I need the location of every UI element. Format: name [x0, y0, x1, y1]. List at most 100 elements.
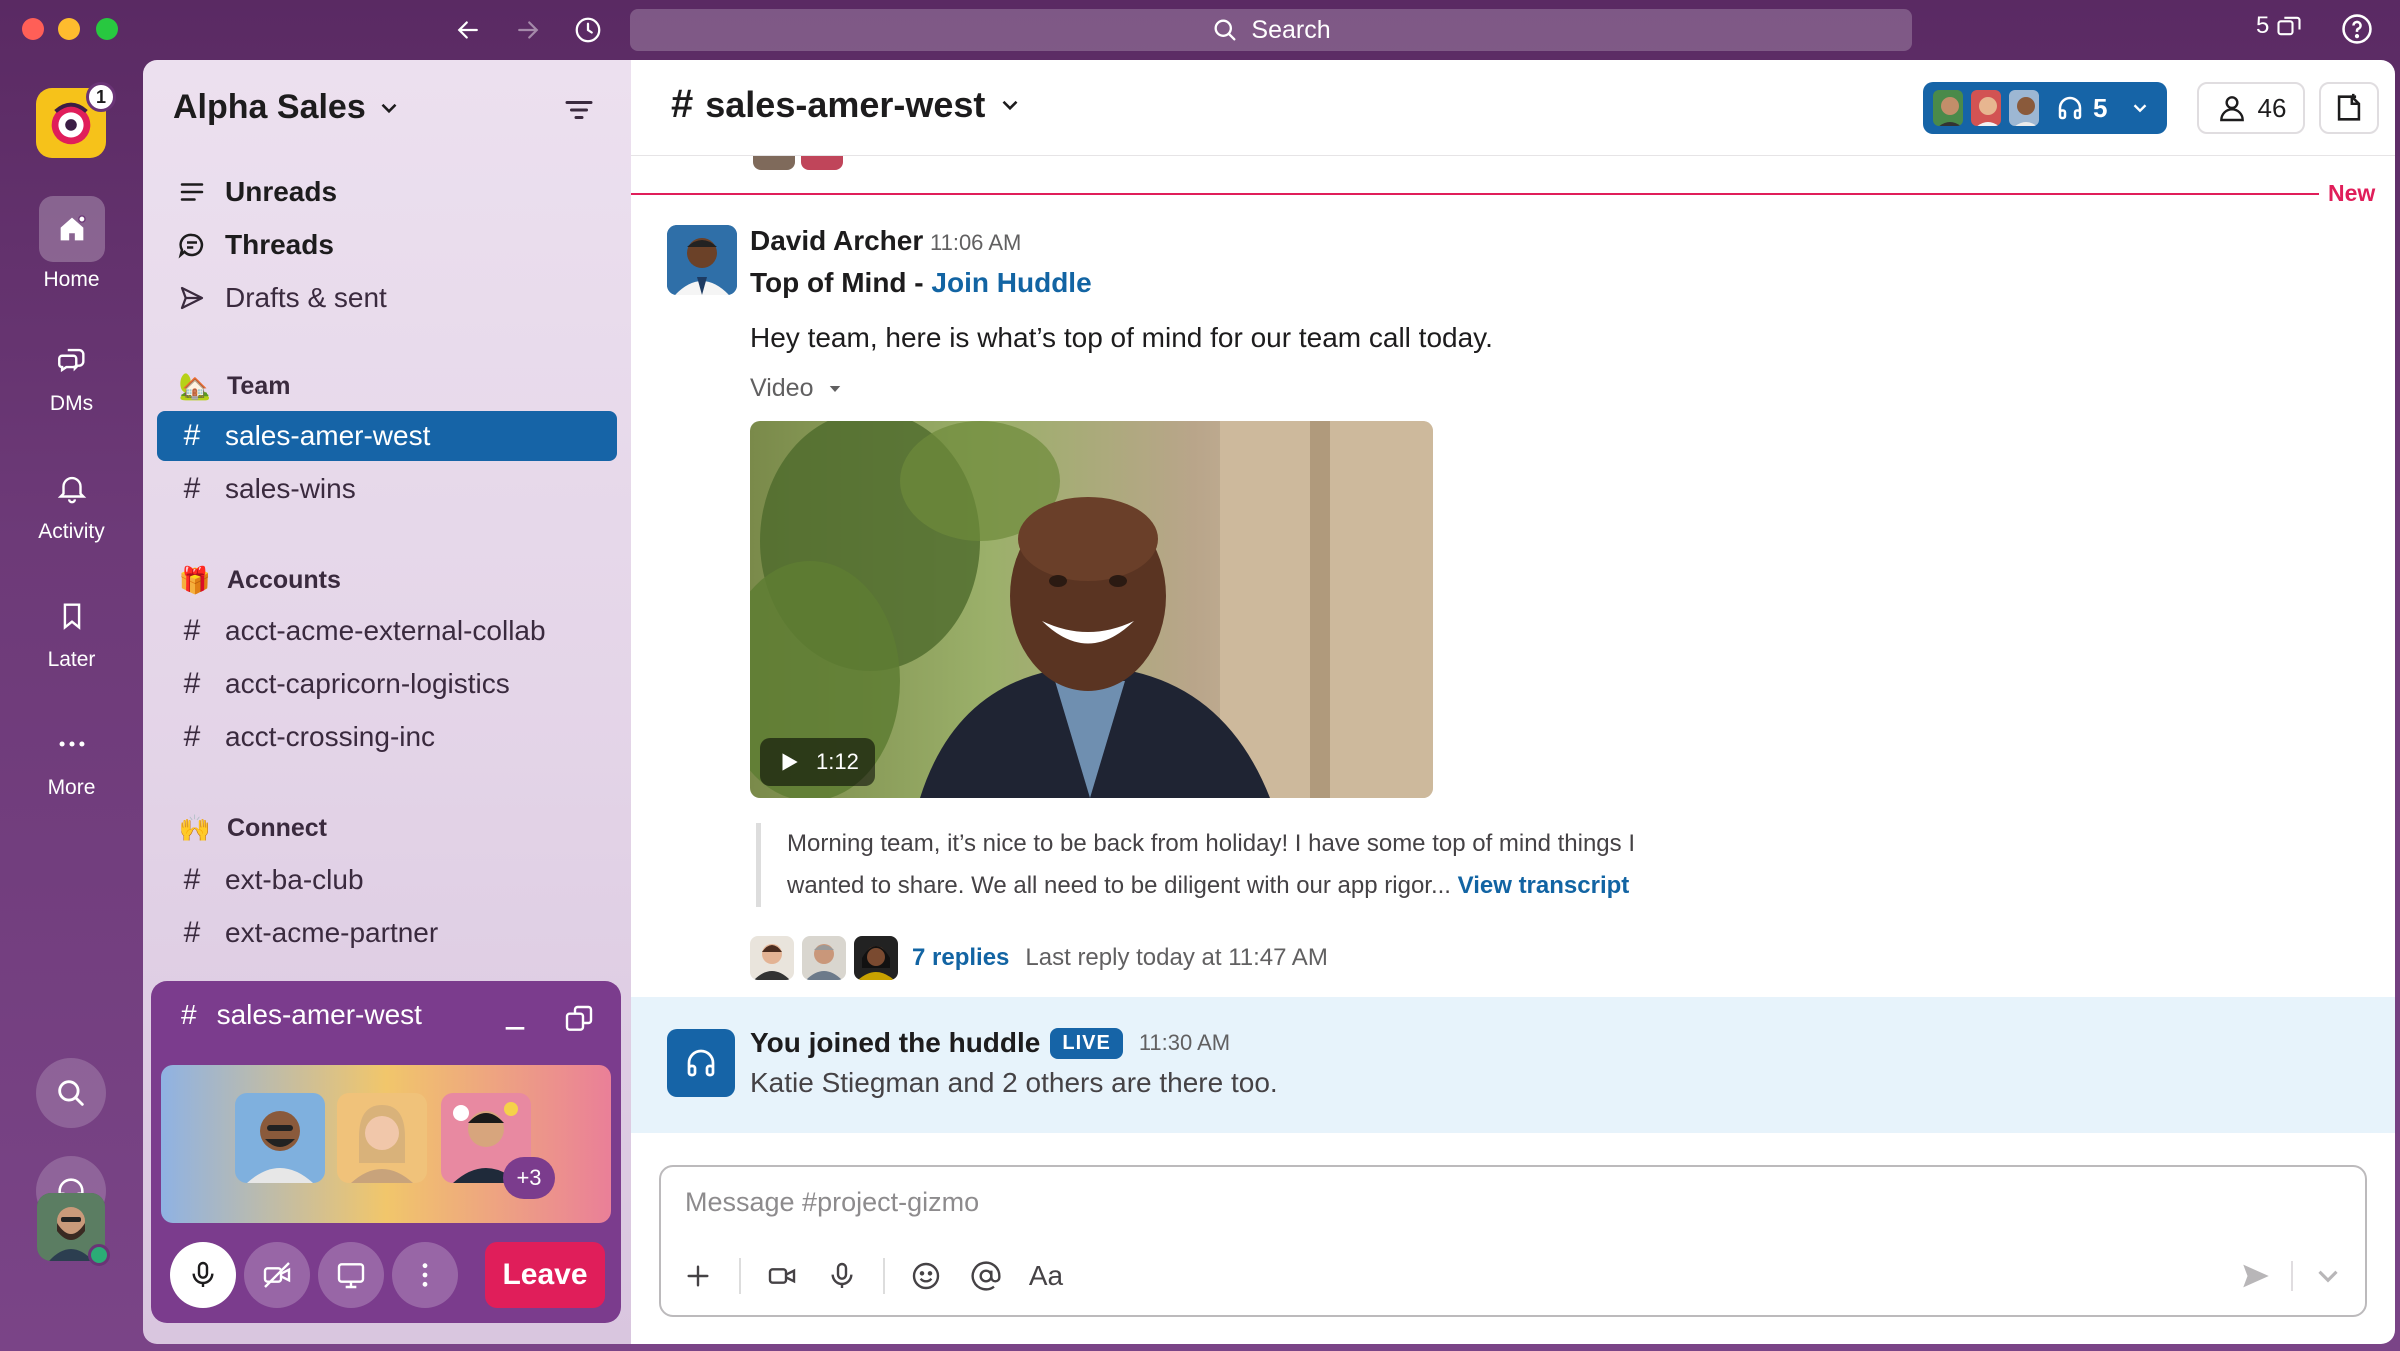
huddle-joined-notice: You joined the huddle LIVE 11:30 AM Kati… [631, 997, 2395, 1133]
send-icon[interactable] [2239, 1259, 2273, 1293]
section-label: Connect [227, 813, 327, 842]
workspace-menu[interactable]: Alpha Sales [173, 88, 402, 127]
video-toggle-button[interactable] [244, 1242, 310, 1308]
section-accounts[interactable]: 🎁 Accounts [179, 564, 341, 596]
emoji-button[interactable] [907, 1257, 945, 1295]
huddle-notice-subtitle: Katie Stiegman and 2 others are there to… [750, 1067, 1278, 1098]
vertical-dots-icon [422, 1263, 428, 1287]
channel-label: acct-crossing-inc [225, 721, 436, 752]
rail-dms[interactable]: DMs [0, 334, 143, 416]
zoom-window-button[interactable] [96, 18, 118, 40]
huddle-notice-time[interactable]: 11:30 AM [1139, 1030, 1230, 1056]
huddle-more-button[interactable] [392, 1242, 458, 1308]
history-button[interactable] [568, 12, 608, 48]
popout-icon[interactable] [563, 1003, 595, 1035]
attach-button[interactable] [679, 1257, 717, 1295]
video-transcript: Morning team, it’s nice to be back from … [756, 823, 1716, 907]
minimize-icon[interactable] [499, 1003, 531, 1035]
message-input[interactable]: Message #project-gizmo [685, 1187, 979, 1218]
rail-activity[interactable]: Activity [0, 462, 143, 544]
canvas-button[interactable] [2319, 82, 2379, 134]
minimize-window-button[interactable] [58, 18, 80, 40]
sidebar-item-sales-wins[interactable]: # sales-wins [157, 464, 617, 514]
hash-icon: # [671, 82, 694, 126]
hash-icon: # [183, 419, 201, 452]
message-timestamp[interactable]: 11:06 AM [930, 230, 1021, 256]
rail-home[interactable]: Home [0, 196, 143, 292]
rail-label-later: Later [47, 648, 96, 671]
search-bar[interactable]: Search [630, 9, 1912, 51]
sidebar-item-ext-acme-partner[interactable]: # ext-acme-partner [157, 908, 617, 958]
join-huddle-link[interactable]: Join Huddle [931, 267, 1091, 298]
huddle-channel[interactable]: # sales-amer-west [181, 999, 422, 1031]
record-video-button[interactable] [763, 1257, 801, 1295]
video-camera-icon [768, 1268, 796, 1284]
sidebar-item-acct-crossing-inc[interactable]: # acct-crossing-inc [157, 712, 617, 762]
forward-button[interactable] [508, 12, 548, 48]
rail-more[interactable]: More [0, 718, 143, 800]
windows-button[interactable]: 5 [2256, 12, 2303, 40]
huddle-status-button[interactable]: 5 [1923, 82, 2167, 134]
sidebar-item-unreads[interactable]: Unreads [157, 167, 617, 217]
rail-search-button[interactable] [36, 1058, 106, 1128]
author-avatar[interactable] [667, 225, 737, 295]
record-audio-button[interactable] [823, 1257, 861, 1295]
thread-replies[interactable]: 7 replies Last reply today at 11:47 AM [750, 936, 1328, 980]
rail-label-more: More [47, 776, 96, 799]
replies-count[interactable]: 7 replies [912, 944, 1009, 972]
channel-name-button[interactable]: # sales-amer-west [671, 82, 1023, 127]
bookmark-icon [63, 603, 80, 630]
participant-photo [337, 1093, 427, 1183]
author-name[interactable]: David Archer [750, 225, 923, 257]
toolbar-divider [739, 1258, 741, 1294]
section-team[interactable]: 🏡 Team [179, 370, 291, 402]
help-button[interactable] [2340, 12, 2374, 46]
smiley-icon [912, 1262, 940, 1290]
video-play-badge[interactable]: 1:12 [760, 738, 875, 786]
workspace-notification-badge: 1 [86, 82, 116, 112]
rail-later[interactable]: Later [0, 590, 143, 672]
video-duration: 1:12 [816, 749, 859, 774]
participant-avatar[interactable] [337, 1093, 427, 1183]
share-screen-button[interactable] [318, 1242, 384, 1308]
video-label: Video [750, 374, 814, 402]
close-window-button[interactable] [22, 18, 44, 40]
gift-icon: 🎁 [178, 564, 212, 595]
mute-button[interactable] [170, 1242, 236, 1308]
filter-button[interactable] [561, 92, 601, 128]
sidebar-item-acct-capricorn-logistics[interactable]: # acct-capricorn-logistics [157, 659, 617, 709]
formatting-button[interactable]: Aa [1027, 1257, 1065, 1295]
video-player[interactable]: 1:12 [750, 421, 1433, 798]
sidebar-item-acct-acme-external-collab[interactable]: # acct-acme-external-collab [157, 606, 617, 656]
hash-icon: # [183, 667, 201, 700]
channel-label: ext-ba-club [225, 864, 364, 895]
dm-bubbles-icon [57, 348, 85, 373]
person-icon [2219, 96, 2244, 122]
channel-view: # sales-amer-west 5 46 New David Archer … [631, 60, 2395, 1344]
arrow-left-icon [457, 21, 478, 39]
huddle-notice-title: You joined the huddle LIVE 11:30 AM [750, 1027, 1230, 1059]
sidebar-item-drafts[interactable]: Drafts & sent [157, 273, 617, 323]
chevron-down-icon[interactable] [2311, 1259, 2345, 1293]
participant-avatar[interactable] [235, 1093, 325, 1183]
help-icon [2342, 14, 2372, 44]
more-participants-badge[interactable]: +3 [503, 1157, 555, 1199]
bell-icon [57, 476, 86, 504]
section-connect[interactable]: 🙌 Connect [179, 812, 327, 844]
video-attachment-toggle[interactable]: Video [750, 374, 844, 403]
sidebar-item-ext-ba-club[interactable]: # ext-ba-club [157, 855, 617, 905]
leave-huddle-button[interactable]: Leave [485, 1242, 605, 1308]
huddle-member-avatar [1931, 88, 1965, 128]
reply-avatar [854, 936, 898, 980]
message-composer[interactable]: Message #project-gizmo Aa [659, 1165, 2367, 1317]
back-button[interactable] [448, 12, 488, 48]
view-transcript-link[interactable]: View transcript [1458, 872, 1630, 899]
members-button[interactable]: 46 [2197, 82, 2305, 134]
chevron-down-icon [381, 103, 397, 113]
author-photo [667, 225, 737, 295]
activity-icon-tile [39, 462, 105, 514]
mention-button[interactable] [967, 1257, 1005, 1295]
sidebar-item-threads[interactable]: Threads [157, 220, 617, 270]
sidebar-item-sales-amer-west[interactable]: # sales-amer-west [157, 411, 617, 461]
huddle-member-avatar [2007, 88, 2041, 128]
